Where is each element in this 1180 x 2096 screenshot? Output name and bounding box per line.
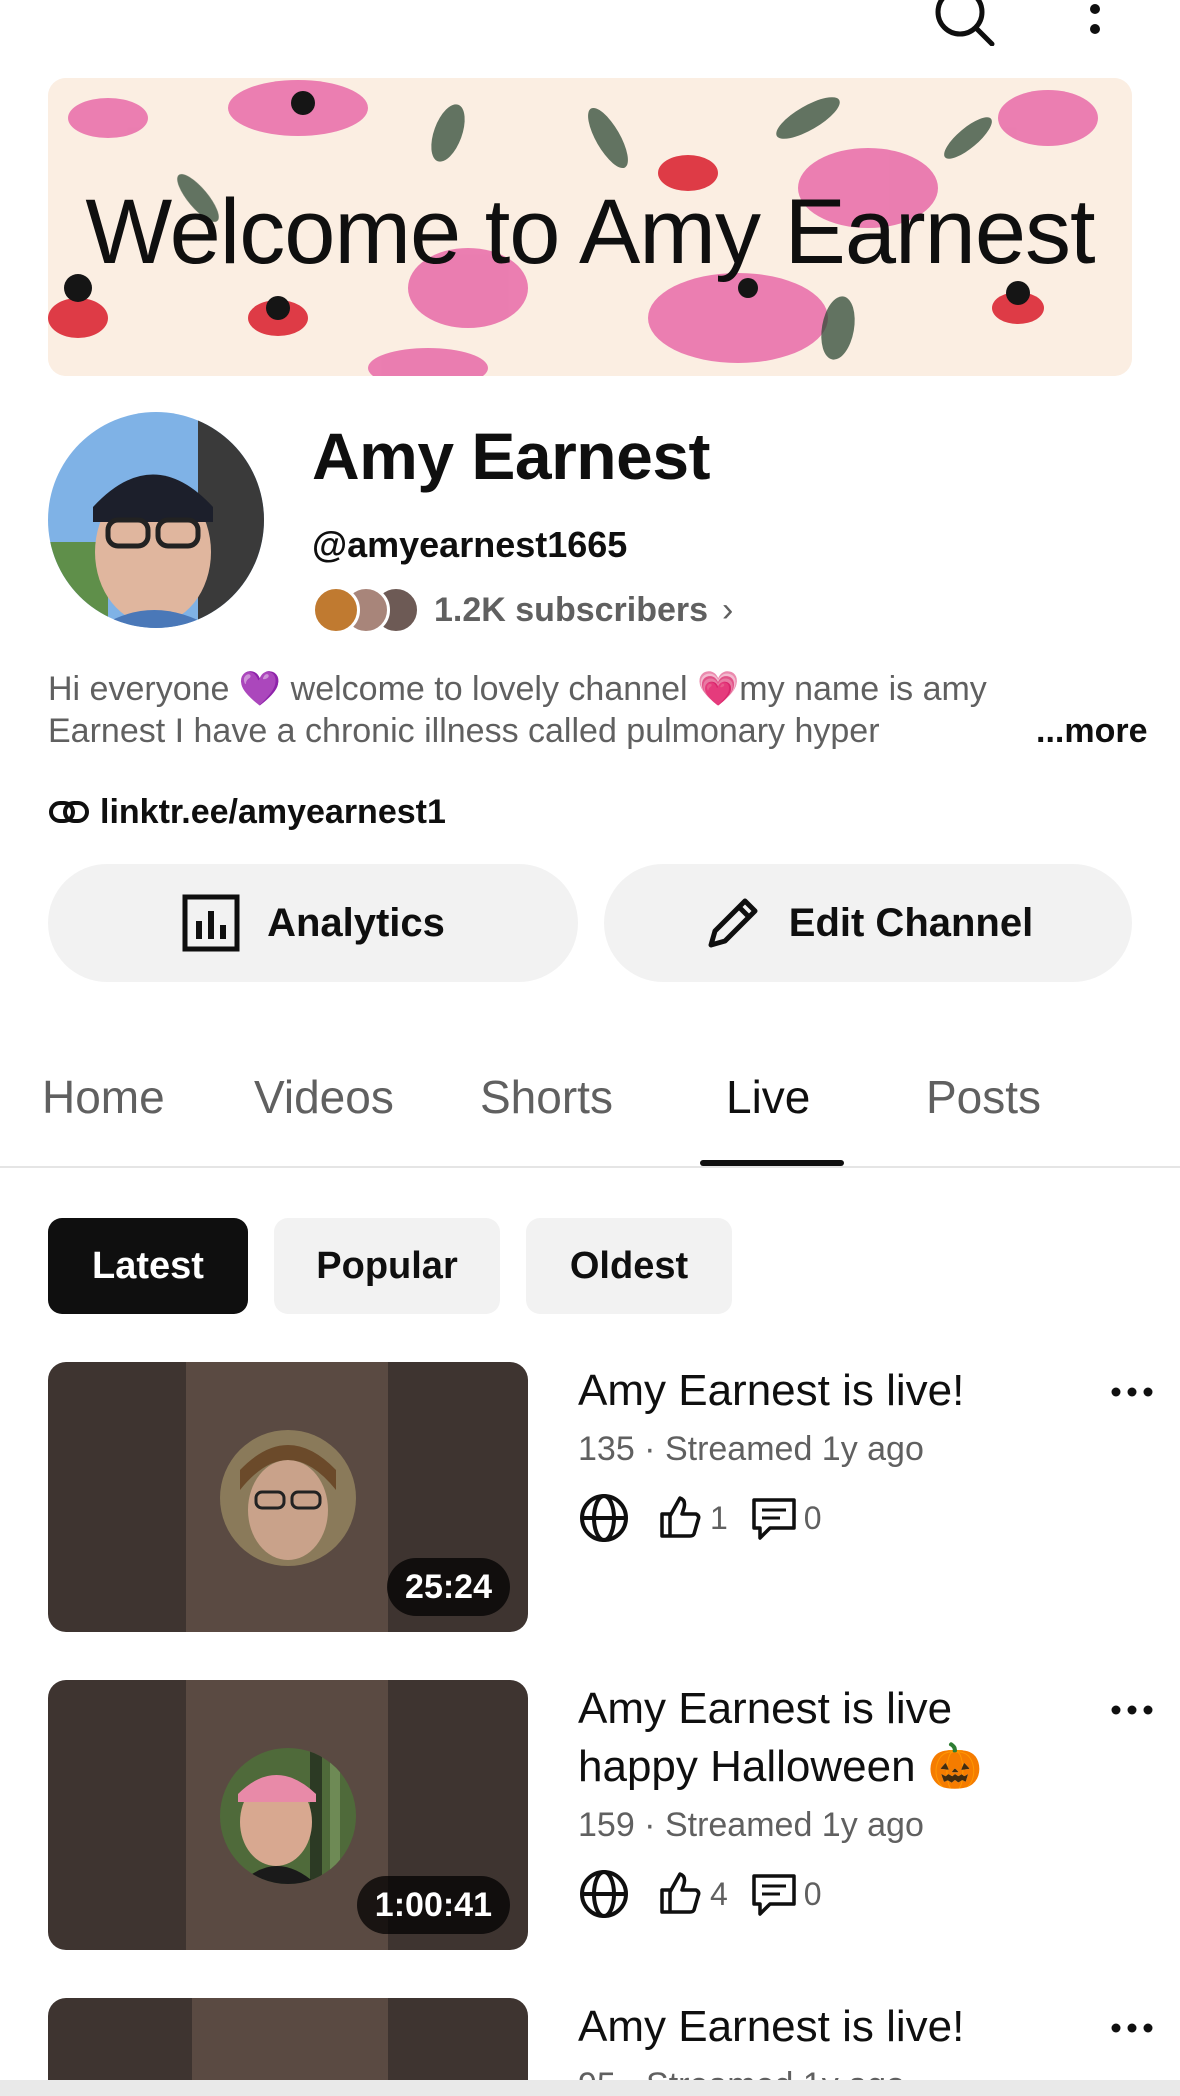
video-title[interactable]: Amy Earnest is live! (578, 1362, 1058, 1420)
tab-videos[interactable]: Videos (254, 1070, 394, 1124)
thumbs-up-icon (660, 1872, 701, 1914)
comment-count: 0 (803, 1499, 822, 1536)
video-thumbnail[interactable]: 25:24 (48, 1362, 528, 1632)
video-thumbnail[interactable]: 1:00:41 (48, 1680, 528, 1950)
video-title[interactable]: Amy Earnest is live happy Halloween 🎃 (578, 1680, 1058, 1796)
subscriber-avatars (312, 584, 424, 636)
description-line: Hi everyone 💜 welcome to lovely channel … (48, 670, 987, 708)
video-stats: 4 0 (578, 1866, 822, 1922)
public-globe-icon (580, 1494, 628, 1542)
like-count: 4 (710, 1875, 728, 1912)
comment-icon (752, 1498, 796, 1540)
analytics-label: Analytics (267, 900, 445, 945)
video-stats: 1 0 (578, 1490, 822, 1546)
thumbnail-image (220, 1430, 356, 1566)
channel-avatar[interactable] (48, 412, 264, 628)
comment-count: 0 (803, 1875, 822, 1912)
channel-banner: Welcome to Amy Earnest (48, 78, 1132, 376)
more-link[interactable]: ...more (996, 710, 1148, 752)
tab-posts[interactable]: Posts (926, 1070, 1041, 1124)
chip-popular[interactable]: Popular (274, 1218, 500, 1314)
link-icon (49, 801, 89, 823)
analytics-icon (182, 894, 240, 952)
comment-icon (752, 1874, 796, 1916)
subscriber-count: 1.2K subscribers (434, 590, 709, 629)
bottom-edge (0, 2080, 1180, 2096)
link-text: linktr.ee/amyearnest1 (100, 792, 446, 831)
edit-channel-button[interactable]: Edit Channel (604, 864, 1132, 982)
video-duration: 1:00:41 (356, 1876, 510, 1934)
chevron-right-icon: › (722, 590, 734, 629)
tab-shorts[interactable]: Shorts (480, 1070, 613, 1124)
channel-link[interactable]: linktr.ee/amyearnest1 (48, 788, 446, 836)
top-bar (0, 0, 1180, 70)
video-item[interactable]: 25:24 Amy Earnest is live! 135 · Streame… (0, 1362, 1180, 1642)
thumbs-up-icon (660, 1496, 701, 1538)
more-vert-icon[interactable] (1080, 0, 1110, 46)
more-horiz-icon[interactable] (1110, 1382, 1154, 1402)
subscriber-avatar (312, 586, 360, 634)
more-horiz-icon[interactable] (1110, 2018, 1154, 2038)
more-horiz-icon[interactable] (1110, 1700, 1154, 1720)
like-count: 1 (710, 1499, 728, 1536)
video-item[interactable]: 1:00:41 Amy Earnest is live happy Hallow… (0, 1680, 1180, 1960)
tab-live[interactable]: Live (726, 1070, 810, 1124)
search-icon[interactable] (930, 0, 1000, 46)
channel-description[interactable]: Hi everyone 💜 welcome to lovely channel … (48, 668, 1128, 752)
video-duration: 25:24 (387, 1558, 510, 1616)
chip-oldest[interactable]: Oldest (526, 1218, 732, 1314)
channel-name: Amy Earnest (312, 419, 711, 493)
video-title[interactable]: Amy Earnest is live! (578, 1998, 1058, 2056)
video-meta: 159 · Streamed 1y ago (578, 1806, 924, 1844)
edit-channel-label: Edit Channel (788, 900, 1034, 945)
pencil-icon (708, 898, 758, 948)
description-line: Earnest I have a chronic illness called … (48, 712, 880, 750)
channel-handle: @amyearnest1665 (312, 524, 628, 565)
active-tab-indicator (700, 1160, 844, 1166)
thumbnail-image (220, 1748, 356, 1884)
analytics-button[interactable]: Analytics (48, 864, 578, 982)
chip-latest[interactable]: Latest (48, 1218, 248, 1314)
subscribers-row[interactable]: 1.2K subscribers › (312, 584, 733, 636)
tab-home[interactable]: Home (42, 1070, 165, 1124)
banner-text: Welcome to Amy Earnest (85, 180, 1095, 283)
channel-tabs: Home Videos Shorts Live Posts (0, 1060, 1180, 1168)
public-globe-icon (580, 1870, 628, 1918)
video-meta: 135 · Streamed 1y ago (578, 1430, 924, 1468)
